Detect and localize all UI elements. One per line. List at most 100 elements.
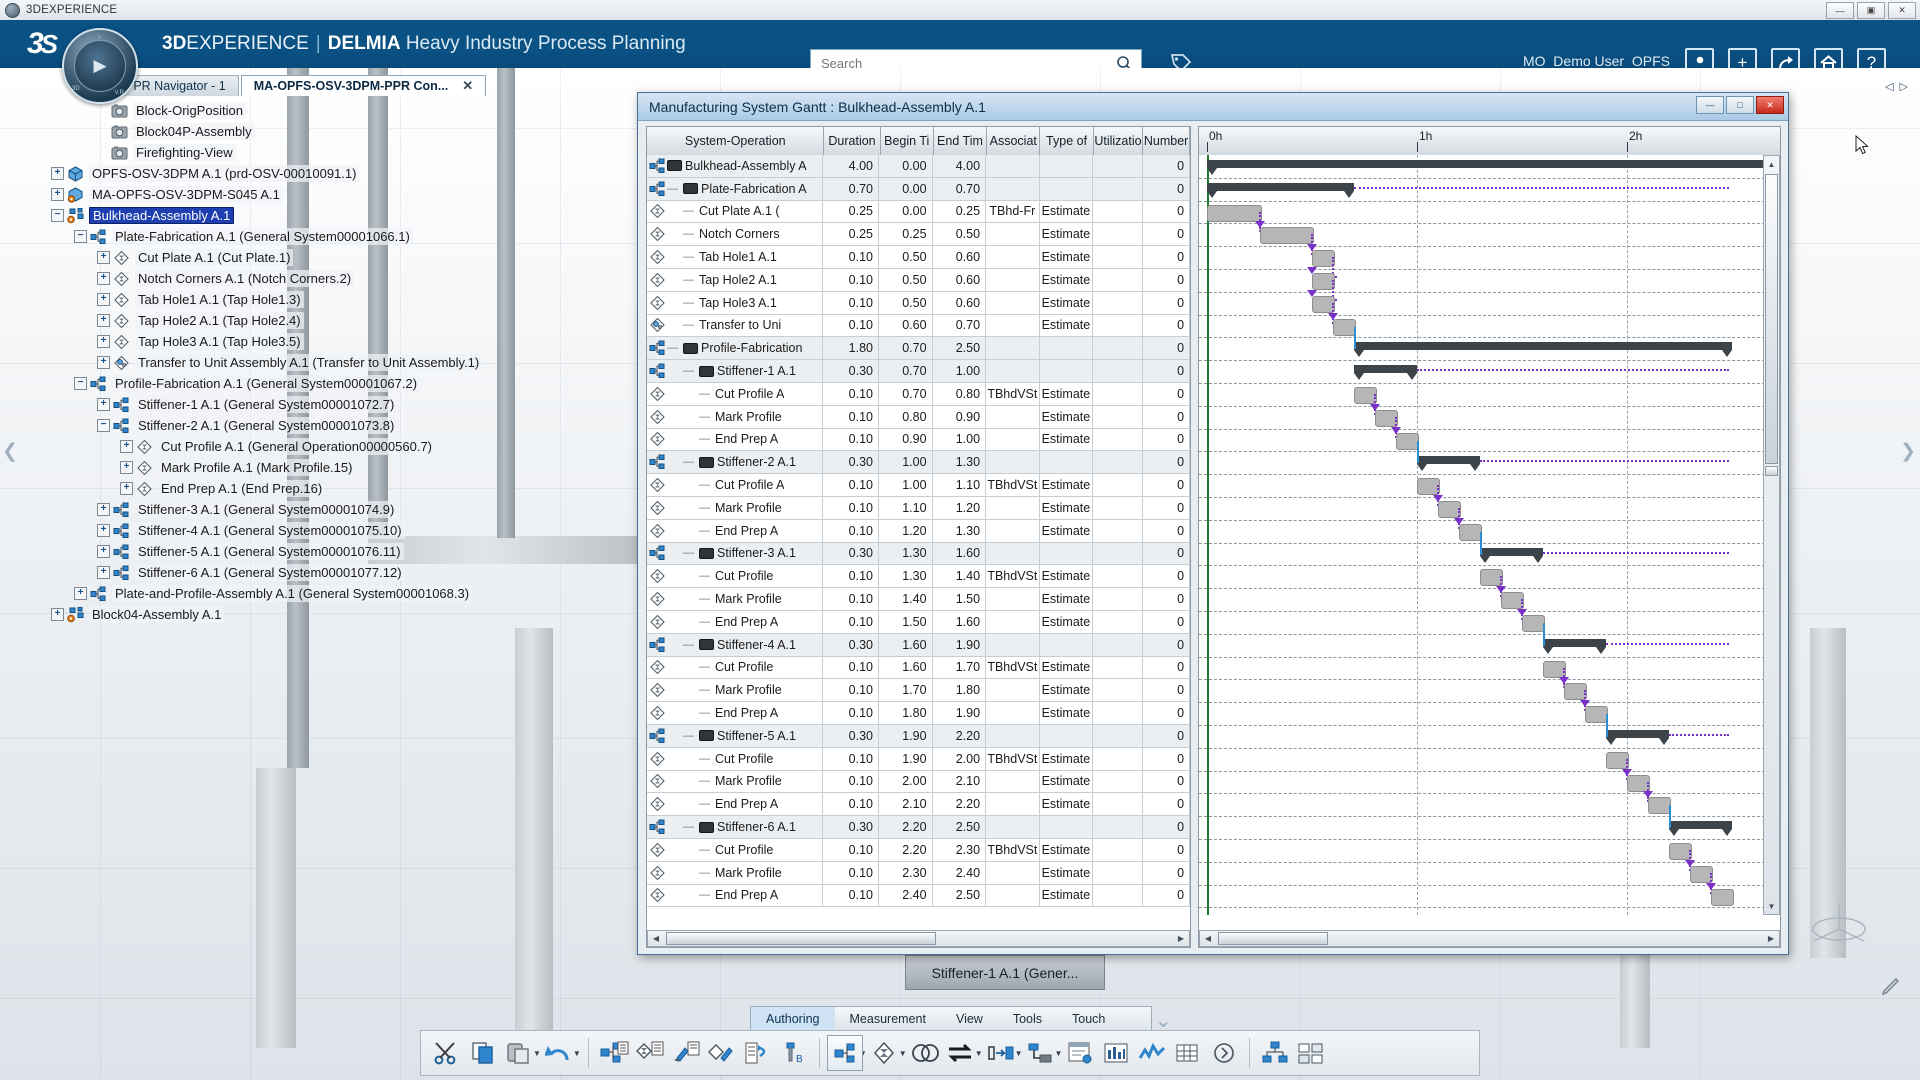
- cell-begin[interactable]: 0.50: [879, 291, 933, 314]
- gantt-task-bar[interactable]: [1585, 706, 1608, 724]
- gantt-summary-bar[interactable]: [1543, 638, 1606, 654]
- table-row[interactable]: — Plate-Fabrication A 0.70 0.00 0.70 0: [647, 177, 1190, 201]
- cell-util[interactable]: [1093, 793, 1143, 816]
- collapse-icon[interactable]: −: [74, 377, 87, 390]
- cell-duration[interactable]: 0.70: [823, 177, 880, 200]
- close-icon[interactable]: ✕: [462, 78, 473, 94]
- cell-end[interactable]: 2.30: [933, 838, 987, 861]
- cell-duration[interactable]: 0.30: [823, 451, 880, 474]
- view-compass-gizmo[interactable]: [1800, 895, 1878, 973]
- cell-assoc[interactable]: [986, 405, 1040, 428]
- cell-assoc[interactable]: [986, 428, 1040, 451]
- table-row[interactable]: — End Prep A 0.10 2.40 2.50 Estimate 0: [647, 884, 1190, 908]
- operation-name-cell[interactable]: — Mark Profile: [647, 405, 823, 428]
- cell-assoc[interactable]: [986, 542, 1040, 565]
- operation-name-cell[interactable]: — Mark Profile: [647, 861, 823, 884]
- cell-util[interactable]: [1093, 496, 1143, 519]
- table-row[interactable]: — End Prep A 0.10 1.80 1.90 Estimate 0: [647, 702, 1190, 725]
- cell-begin[interactable]: 0.25: [879, 223, 933, 246]
- cell-number[interactable]: 0: [1143, 610, 1190, 633]
- cell-begin[interactable]: 2.20: [879, 838, 933, 861]
- operation-name-cell[interactable]: — Stiffener-2 A.1: [647, 451, 823, 474]
- cell-begin[interactable]: 1.70: [879, 679, 933, 702]
- cell-util[interactable]: [1093, 884, 1143, 907]
- operation-name-cell[interactable]: — Stiffener-3 A.1: [647, 542, 823, 565]
- cell-assoc[interactable]: [986, 633, 1040, 656]
- table-row[interactable]: — Tab Hole1 A.1 0.10 0.50 0.60 Estimate 0: [647, 246, 1190, 269]
- cell-type[interactable]: Estimate: [1040, 565, 1094, 588]
- sequence-icon[interactable]: [740, 1034, 776, 1072]
- tree-item[interactable]: + Block04-Assembly A.1: [0, 604, 520, 625]
- tree-item[interactable]: − Plate-Fabrication A.1 (General System00…: [0, 226, 520, 247]
- action-tab-bar[interactable]: Authoring Measurement View Tools Touch: [750, 1006, 1152, 1032]
- expand-icon[interactable]: +: [97, 566, 110, 579]
- table-row[interactable]: — Cut Profile A 0.10 0.70 0.80 TBhdVSt Estimat…: [647, 382, 1190, 406]
- expand-icon[interactable]: +: [120, 482, 133, 495]
- gantt-task-bar[interactable]: [1522, 615, 1545, 632]
- table-row[interactable]: — Mark Profile 0.10 1.10 1.20 Estimate 0: [647, 496, 1190, 520]
- cell-number[interactable]: 0: [1143, 884, 1190, 907]
- operation-name-cell[interactable]: — Mark Profile: [647, 679, 823, 702]
- tree-item[interactable]: + Cut Profile A.1 (General Operation00000…: [0, 436, 520, 457]
- cell-type[interactable]: Estimate: [1040, 747, 1094, 770]
- cell-assoc[interactable]: [986, 724, 1040, 747]
- cell-duration[interactable]: 0.30: [823, 724, 880, 747]
- chart-vscroll-grip[interactable]: [1765, 466, 1778, 476]
- cell-util[interactable]: [1093, 633, 1143, 656]
- cell-assoc[interactable]: [986, 291, 1040, 314]
- action-tab-measurement[interactable]: Measurement: [835, 1007, 941, 1031]
- cell-type[interactable]: Estimate: [1040, 405, 1094, 428]
- scroll-left-arrow[interactable]: ◀: [648, 931, 664, 946]
- link-icon[interactable]: [907, 1034, 943, 1072]
- cell-number[interactable]: 0: [1143, 382, 1190, 405]
- expand-icon[interactable]: +: [120, 461, 133, 474]
- cell-util[interactable]: [1093, 747, 1143, 770]
- cell-number[interactable]: 0: [1143, 474, 1190, 496]
- gantt-chart-pane[interactable]: 0h 1h 2h ▲ ▼ ◀ ▶: [1198, 126, 1781, 948]
- cell-number[interactable]: 0: [1143, 588, 1190, 610]
- cell-duration[interactable]: 0.10: [823, 405, 880, 428]
- cell-end[interactable]: 0.70: [933, 177, 987, 200]
- operation-name-cell[interactable]: — Tap Hole3 A.1: [647, 291, 823, 314]
- cell-assoc[interactable]: [986, 588, 1040, 610]
- cell-begin[interactable]: 0.70: [879, 382, 933, 405]
- cell-util[interactable]: [1093, 861, 1143, 884]
- operation-name-cell[interactable]: — End Prep A: [647, 793, 823, 816]
- table-row[interactable]: — End Prep A 0.10 1.20 1.30 Estimate 0: [647, 519, 1190, 543]
- gantt-summary-bar[interactable]: [1354, 342, 1732, 358]
- cell-begin[interactable]: 0.70: [879, 360, 933, 382]
- cell-number[interactable]: 0: [1143, 496, 1190, 519]
- cell-begin[interactable]: 1.20: [879, 519, 933, 542]
- cell-assoc[interactable]: [986, 679, 1040, 702]
- cell-begin[interactable]: 0.50: [879, 246, 933, 268]
- expand-icon[interactable]: +: [97, 335, 110, 348]
- cell-util[interactable]: [1093, 382, 1143, 405]
- cell-util[interactable]: [1093, 816, 1143, 838]
- tree-item[interactable]: − Stiffener-2 A.1 (General System00001073…: [0, 415, 520, 436]
- column-header[interactable]: End Tim: [934, 127, 988, 155]
- gantt-table-pane[interactable]: System-Operation Duration Begin Ti End Tim A…: [646, 126, 1191, 948]
- scroll-right-arrow[interactable]: ▶: [1173, 931, 1189, 946]
- operation-name-cell[interactable]: — Mark Profile: [647, 770, 823, 793]
- operation-name-cell[interactable]: — End Prep A: [647, 702, 823, 724]
- cell-begin[interactable]: 1.40: [879, 588, 933, 610]
- operation-name-cell[interactable]: — Cut Profile: [647, 656, 823, 679]
- annotate-pen-icon[interactable]: [1880, 975, 1902, 1003]
- cell-end[interactable]: 1.90: [933, 633, 987, 656]
- scroll-down-arrow[interactable]: ▼: [1764, 898, 1779, 914]
- cell-number[interactable]: 0: [1143, 793, 1190, 816]
- fastener-icon[interactable]: B: [776, 1034, 812, 1072]
- gantt-task-bar[interactable]: [1396, 432, 1419, 450]
- expand-icon[interactable]: +: [97, 314, 110, 327]
- tree-item[interactable]: + Stiffener-5 A.1 (General System00001076…: [0, 541, 520, 562]
- collapse-left-panel-icon[interactable]: ❮: [2, 440, 18, 463]
- cell-number[interactable]: 0: [1143, 770, 1190, 793]
- chart-hscrollbar[interactable]: ◀ ▶: [1199, 930, 1780, 947]
- gantt-task-bar[interactable]: [1711, 888, 1734, 906]
- nav-prev-icon[interactable]: ◁: [1885, 80, 1893, 93]
- cell-duration[interactable]: 0.30: [823, 360, 880, 382]
- gantt-table-body[interactable]: Bulkhead-Assembly A 4.00 0.00 4.00 0— Plate-F…: [647, 155, 1190, 915]
- cell-number[interactable]: 0: [1143, 565, 1190, 588]
- gantt-summary-bar[interactable]: [1207, 160, 1780, 175]
- bar-chart-icon[interactable]: [1098, 1034, 1134, 1072]
